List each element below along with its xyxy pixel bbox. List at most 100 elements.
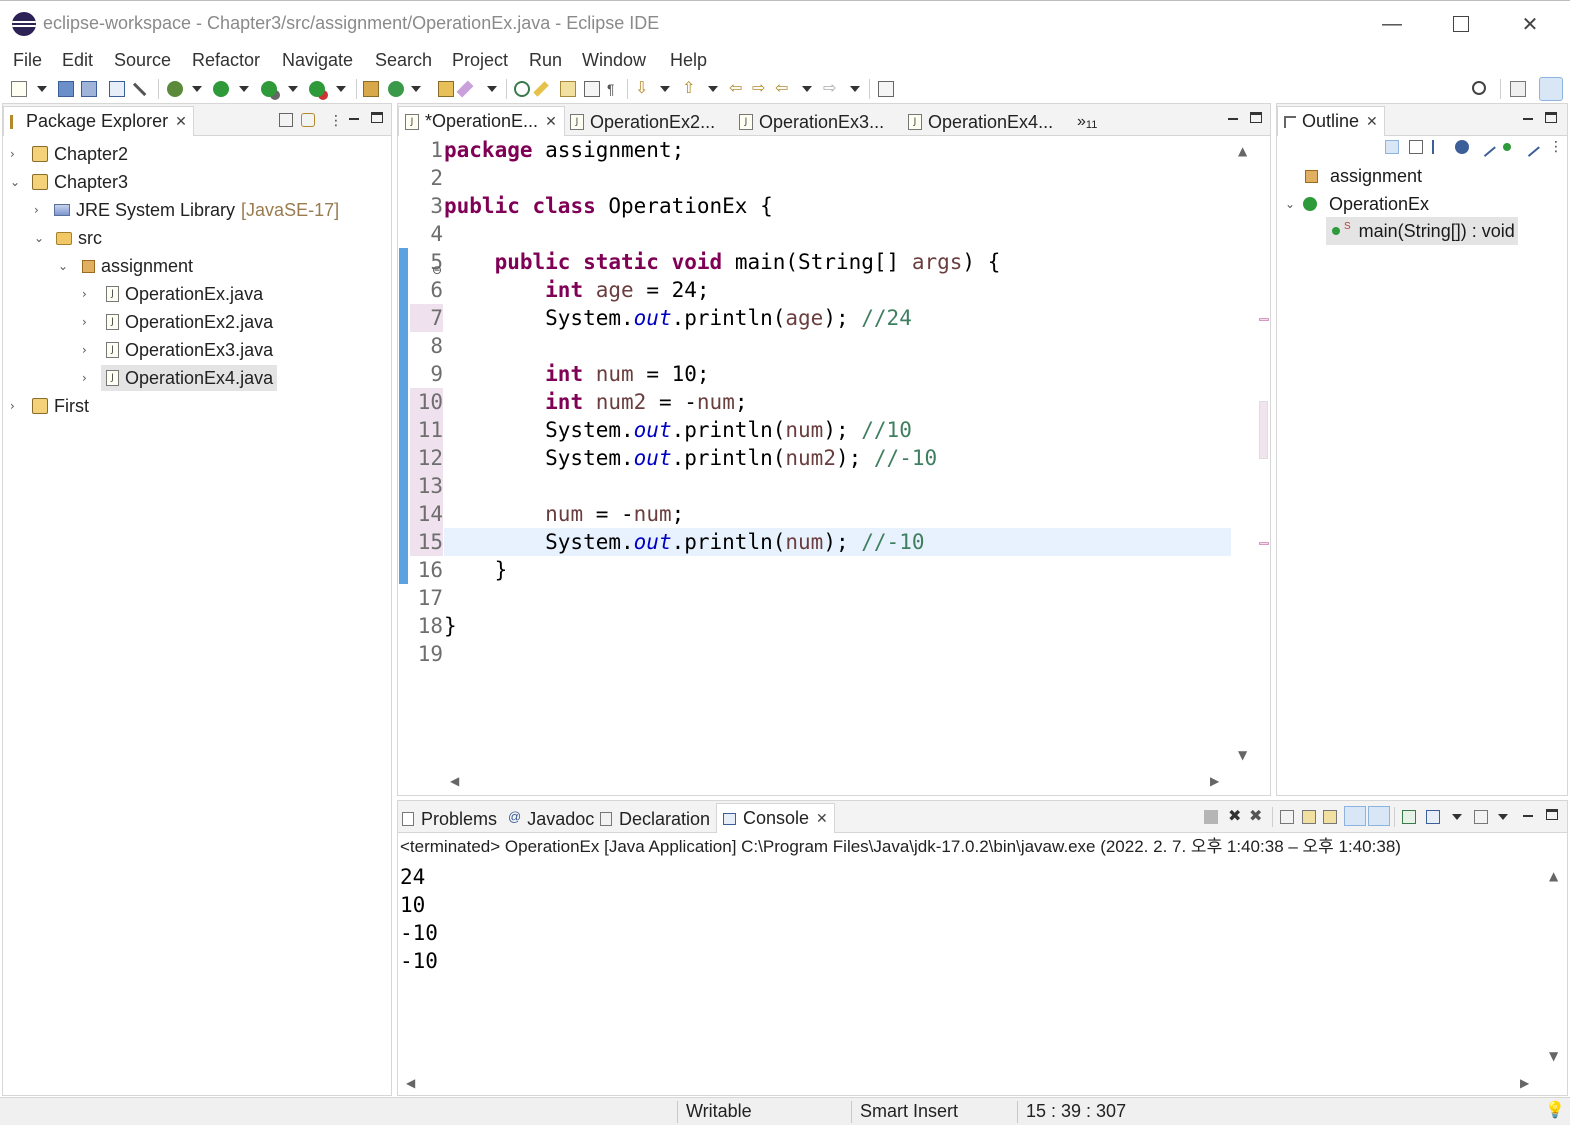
save-icon[interactable] (58, 81, 74, 97)
expand-icon[interactable]: › (82, 371, 96, 385)
tree-item-src[interactable]: ⌄ src (34, 225, 102, 251)
menu-window[interactable]: Window (582, 50, 646, 71)
new-java-class-icon[interactable] (388, 81, 404, 97)
terminate-icon[interactable] (1204, 810, 1218, 824)
code-line[interactable]: System.out.println(num); //-10 (444, 528, 924, 556)
scroll-right-icon[interactable]: ▶ (1520, 1076, 1529, 1090)
tips-lightbulb-icon[interactable]: 💡 (1545, 1100, 1565, 1120)
run-dropdown-icon[interactable] (239, 86, 249, 92)
tree-item-operationex3-java[interactable]: › J OperationEx3.java (82, 337, 273, 363)
search-tool-icon[interactable] (456, 80, 474, 98)
overview-ruler[interactable] (1258, 136, 1270, 766)
more-tabs-button[interactable]: » 11 (1077, 108, 1097, 136)
change-ruler-mark[interactable] (399, 248, 408, 584)
new-dropdown-icon[interactable] (37, 86, 47, 92)
overview-change-mark[interactable] (1259, 542, 1269, 545)
fold-collapse-icon[interactable]: ⊖ (432, 263, 442, 277)
remove-launch-icon[interactable]: ✖ (1228, 809, 1242, 825)
expand-icon[interactable]: › (34, 203, 48, 217)
next-edit-location-icon[interactable]: ⇨ (752, 81, 768, 97)
sort-by-name-icon[interactable] (1432, 140, 1446, 154)
code-line[interactable]: int num = 10; (444, 360, 709, 388)
cursor-position-status[interactable]: 15 : 39 : 307 (1026, 1101, 1126, 1122)
next-annotation-icon[interactable]: ⇩ (635, 81, 651, 97)
menu-project[interactable]: Project (452, 50, 508, 71)
collapse-all-icon[interactable] (1409, 140, 1423, 154)
menu-navigate[interactable]: Navigate (282, 50, 353, 71)
insert-mode-status[interactable]: Smart Insert (860, 1101, 958, 1122)
show-whitespace-icon[interactable]: ¶ (607, 81, 623, 97)
tab-operationex-java[interactable]: J *OperationE... ✕ (398, 106, 565, 136)
code-line[interactable]: } (444, 556, 508, 584)
skip-breakpoints-icon[interactable] (132, 81, 148, 97)
close-button[interactable]: ✕ (1500, 5, 1560, 43)
show-on-stdout-icon[interactable] (1344, 806, 1366, 826)
external-tools-icon[interactable] (309, 81, 325, 97)
pin-editor-icon[interactable] (878, 81, 894, 97)
editor-vertical-scrollbar[interactable]: ▲ ▼ (1233, 136, 1255, 766)
expand-icon[interactable]: › (82, 287, 96, 301)
pin-console-icon[interactable] (1402, 810, 1416, 824)
open-console-icon[interactable] (1474, 810, 1488, 824)
maximize-panel-icon[interactable] (371, 112, 383, 123)
tab-package-explorer[interactable]: Package Explorer ✕ (3, 106, 194, 136)
scroll-left-icon[interactable]: ◀ (406, 1076, 415, 1090)
terminal-icon[interactable] (109, 81, 125, 97)
tree-item-chapter3[interactable]: ⌄ Chapter3 (10, 169, 128, 195)
menu-run[interactable]: Run (529, 50, 562, 71)
tree-item-operationex-java[interactable]: › J OperationEx.java (82, 281, 263, 307)
debug-dropdown-icon[interactable] (192, 86, 202, 92)
overview-change-mark[interactable] (1259, 318, 1269, 321)
collapse-icon[interactable]: ⌄ (34, 231, 48, 245)
code-line[interactable]: System.out.println(age); //24 (444, 304, 912, 332)
word-wrap-icon[interactable] (1323, 810, 1337, 824)
close-tab-icon[interactable]: ✕ (816, 810, 828, 827)
close-tab-icon[interactable]: ✕ (1366, 113, 1378, 130)
minimize-panel-icon[interactable] (1523, 118, 1533, 120)
outline-item-assignment[interactable]: assignment (1305, 162, 1422, 190)
hide-non-public-icon[interactable] (1503, 143, 1511, 151)
menu-source[interactable]: Source (114, 50, 171, 71)
menu-refactor[interactable]: Refactor (192, 50, 260, 71)
back-dropdown-icon[interactable] (802, 86, 812, 92)
code-line[interactable]: public static void main(String[] args) { (444, 248, 1001, 276)
expand-icon[interactable]: › (10, 399, 24, 413)
toggle-breadcrumb-icon[interactable] (560, 81, 576, 97)
console-output[interactable]: 24 10 -10 -10 (400, 863, 438, 975)
menu-help[interactable]: Help (670, 50, 707, 71)
minimize-panel-icon[interactable] (349, 118, 359, 120)
external-tools-dropdown-icon[interactable] (336, 86, 346, 92)
console-vertical-scrollbar[interactable]: ▲ ▼ (1544, 863, 1566, 1073)
code-line[interactable]: public class OperationEx { (444, 192, 773, 220)
view-menu-icon[interactable]: ⋮ (329, 113, 343, 127)
new-icon[interactable] (11, 81, 27, 97)
tab-javadoc[interactable]: @ Javadoc (508, 805, 594, 833)
scroll-lock-icon[interactable] (1302, 810, 1316, 824)
search-icon[interactable] (1472, 81, 1486, 95)
maximize-panel-icon[interactable] (1250, 112, 1262, 123)
annotation-icon[interactable] (514, 81, 530, 97)
scroll-down-icon[interactable]: ▼ (1549, 1049, 1558, 1063)
code-line[interactable]: int num2 = -num; (444, 388, 747, 416)
menu-edit[interactable]: Edit (62, 50, 93, 71)
expand-icon[interactable]: › (82, 315, 96, 329)
scroll-up-icon[interactable]: ▲ (1238, 144, 1247, 158)
tab-declaration[interactable]: Declaration (600, 805, 710, 833)
expand-icon[interactable]: › (82, 343, 96, 357)
close-tab-icon[interactable]: ✕ (175, 113, 187, 130)
code-line[interactable]: System.out.println(num); //10 (444, 416, 912, 444)
coverage-dropdown-icon[interactable] (288, 86, 298, 92)
open-type-icon[interactable] (438, 81, 454, 97)
new-java-project-icon[interactable] (363, 81, 379, 97)
editor-horizontal-scrollbar[interactable]: ◀ ▶ (444, 770, 1231, 792)
outline-item-operationex[interactable]: ⌄ OperationEx (1285, 190, 1429, 218)
sort-icon[interactable] (1385, 140, 1399, 154)
previous-annotation-icon[interactable]: ⇧ (682, 81, 698, 97)
open-console-dropdown-icon[interactable] (1498, 814, 1508, 820)
collapse-icon[interactable]: ⌄ (1285, 197, 1299, 211)
menu-search[interactable]: Search (375, 50, 432, 71)
maximize-panel-icon[interactable] (1546, 809, 1558, 820)
scroll-right-icon[interactable]: ▶ (1210, 774, 1219, 788)
tree-item-jre-system-library[interactable]: › JRE System Library [JavaSE-17] (34, 197, 339, 223)
new-java-class-dropdown-icon[interactable] (411, 86, 421, 92)
